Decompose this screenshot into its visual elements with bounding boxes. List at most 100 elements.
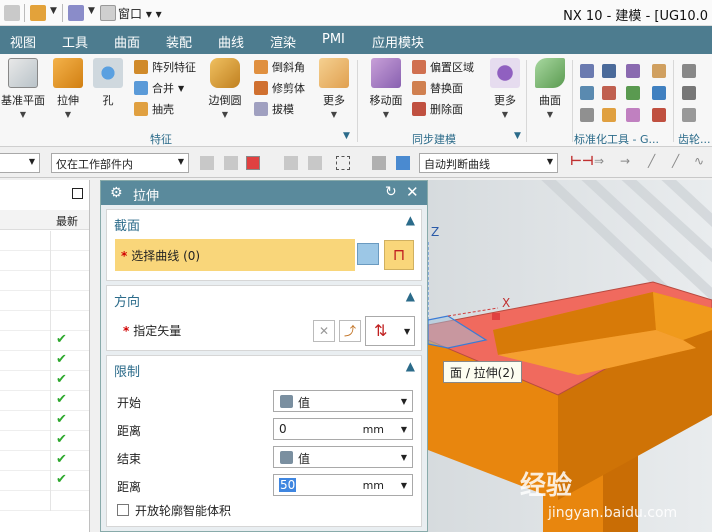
datum-plane-button[interactable]: 基准平面 ▼ — [0, 58, 46, 119]
menu-curve[interactable]: 曲线 — [218, 32, 244, 51]
menu-tools[interactable]: 工具 — [62, 32, 88, 51]
std-tool-icon[interactable] — [602, 64, 616, 78]
std-tool-icon[interactable] — [580, 64, 594, 78]
std-tool-icon[interactable] — [626, 108, 640, 122]
chevron-down-icon[interactable]: ▼ — [50, 6, 57, 16]
type-filter-combo[interactable]: ▼ — [0, 153, 40, 173]
more-sync-button[interactable]: 更多 ▼ — [488, 58, 522, 119]
table-row[interactable]: ✔ — [0, 411, 89, 431]
scope-filter-combo[interactable]: 仅在工作部件内 ▼ — [51, 153, 189, 173]
vector-type-dropdown[interactable]: ⇅ ▼ — [365, 316, 415, 346]
eraser-icon[interactable] — [372, 156, 386, 170]
snap-icon[interactable] — [308, 156, 322, 170]
std-tool-icon[interactable] — [580, 86, 594, 100]
select-curve-row[interactable]: * 选择曲线 (0) — [115, 239, 355, 271]
std-tool-icon[interactable] — [626, 64, 640, 78]
arrow-right-icon[interactable]: → — [620, 154, 634, 168]
close-icon[interactable]: ✕ — [406, 183, 419, 201]
snap-icon[interactable] — [224, 156, 238, 170]
gear-tool-icon[interactable] — [682, 108, 696, 122]
chevron-up-icon[interactable]: ▲ — [406, 213, 415, 227]
menu-surface[interactable]: 曲面 — [114, 32, 140, 51]
curve-select-icon[interactable]: ⊓ — [384, 240, 414, 270]
chevron-up-icon[interactable]: ▲ — [406, 289, 415, 303]
sketch-section-icon[interactable] — [357, 243, 379, 265]
menu-render[interactable]: 渲染 — [270, 32, 296, 51]
move-face-button[interactable]: 移动面 ▼ — [364, 58, 408, 119]
replace-face-button[interactable]: 替换面 — [412, 79, 463, 97]
std-tool-icon[interactable] — [580, 108, 594, 122]
menu-assembly[interactable]: 装配 — [166, 32, 192, 51]
std-tool-icon[interactable] — [652, 86, 666, 100]
menu-view[interactable]: 视图 — [10, 32, 36, 51]
end-type-combo[interactable]: 值 ▼ — [273, 446, 413, 468]
column-latest[interactable]: 最新 — [56, 213, 78, 229]
table-row[interactable] — [0, 291, 89, 311]
std-tool-icon[interactable] — [626, 86, 640, 100]
table-row[interactable]: ✔ — [0, 331, 89, 351]
select-icon[interactable] — [246, 156, 260, 170]
trim-body-button[interactable]: 修剪体 — [254, 79, 305, 97]
table-row[interactable]: ✔ — [0, 351, 89, 371]
arrow-right-icon[interactable]: ⇒ — [594, 154, 608, 168]
std-tool-icon[interactable] — [652, 108, 666, 122]
hole-button[interactable]: 孔 — [90, 58, 126, 108]
start-type-combo[interactable]: 值 ▼ — [273, 390, 413, 412]
table-row[interactable]: ✔ — [0, 391, 89, 411]
gear-icon[interactable]: ⚙ — [110, 185, 123, 201]
rectangle-select-icon[interactable] — [336, 156, 350, 170]
gear-tool-icon[interactable] — [682, 64, 696, 78]
shell-button[interactable]: 抽壳 — [134, 100, 174, 118]
table-row[interactable]: ✔ — [0, 451, 89, 471]
line-icon[interactable]: ╱ — [672, 154, 686, 168]
menu-pmi[interactable]: PMI — [322, 32, 345, 47]
reset-icon[interactable]: ↻ — [385, 184, 397, 200]
cube-icon[interactable] — [396, 156, 410, 170]
snap-icon[interactable] — [284, 156, 298, 170]
dialog-title-bar[interactable]: ⚙ 拉伸 ↻ ✕ — [101, 181, 427, 205]
table-row[interactable] — [0, 251, 89, 271]
snap-icon[interactable] — [200, 156, 214, 170]
open-profile-checkbox[interactable] — [117, 504, 129, 516]
table-row[interactable] — [0, 231, 89, 251]
group-expand-icon[interactable]: ▼ — [343, 131, 350, 141]
table-row[interactable] — [0, 311, 89, 331]
curve-rule-combo[interactable]: 自动判断曲线 ▼ — [419, 153, 558, 173]
reverse-direction-icon[interactable]: ✕ — [313, 320, 335, 342]
table-row[interactable] — [0, 491, 89, 511]
edge-blend-button[interactable]: 边倒圆 ▼ — [202, 58, 248, 119]
draft-button[interactable]: 拔模 — [254, 100, 294, 118]
table-row[interactable]: ✔ — [0, 431, 89, 451]
curve-icon[interactable]: ∿ — [694, 154, 708, 168]
curve-rule-icon[interactable]: ⊢⊣ — [570, 154, 594, 169]
window-icon[interactable] — [100, 5, 116, 21]
more-features-button[interactable]: 更多 ▼ — [316, 58, 352, 119]
table-row[interactable]: ✔ — [0, 371, 89, 391]
grid-icon[interactable] — [4, 5, 20, 21]
window-menu[interactable]: 窗口 ▾ ▾ — [118, 5, 162, 22]
pen-icon[interactable] — [68, 5, 84, 21]
line-icon[interactable]: ╱ — [648, 154, 662, 168]
pattern-feature-button[interactable]: 阵列特征 — [134, 58, 196, 76]
std-tool-icon[interactable] — [602, 108, 616, 122]
start-distance-input[interactable]: 0 mm ▼ — [273, 418, 413, 440]
surface-button[interactable]: 曲面 ▼ — [532, 58, 568, 119]
chamfer-button[interactable]: 倒斜角 — [254, 58, 305, 76]
gear-tool-icon[interactable] — [682, 86, 696, 100]
end-distance-input[interactable]: 50 mm ▼ — [273, 474, 413, 496]
group-expand-icon[interactable]: ▼ — [514, 131, 521, 141]
book-icon[interactable] — [30, 5, 46, 21]
chevron-down-icon[interactable]: ▼ — [88, 6, 95, 16]
vector-dialog-icon[interactable]: ⤴ — [339, 320, 361, 342]
extrude-button[interactable]: 拉伸 ▼ — [50, 58, 86, 119]
std-tool-icon[interactable] — [602, 86, 616, 100]
offset-region-button[interactable]: 偏置区域 — [412, 58, 474, 76]
table-row[interactable]: ✔ — [0, 471, 89, 491]
table-row[interactable] — [0, 271, 89, 291]
delete-face-button[interactable]: 删除面 — [412, 100, 463, 118]
menu-applications[interactable]: 应用模块 — [372, 32, 424, 51]
chevron-up-icon[interactable]: ▲ — [406, 359, 415, 373]
std-tool-icon[interactable] — [652, 64, 666, 78]
unite-button[interactable]: 合并 ▼ — [134, 79, 184, 97]
maximize-icon[interactable] — [72, 188, 83, 199]
